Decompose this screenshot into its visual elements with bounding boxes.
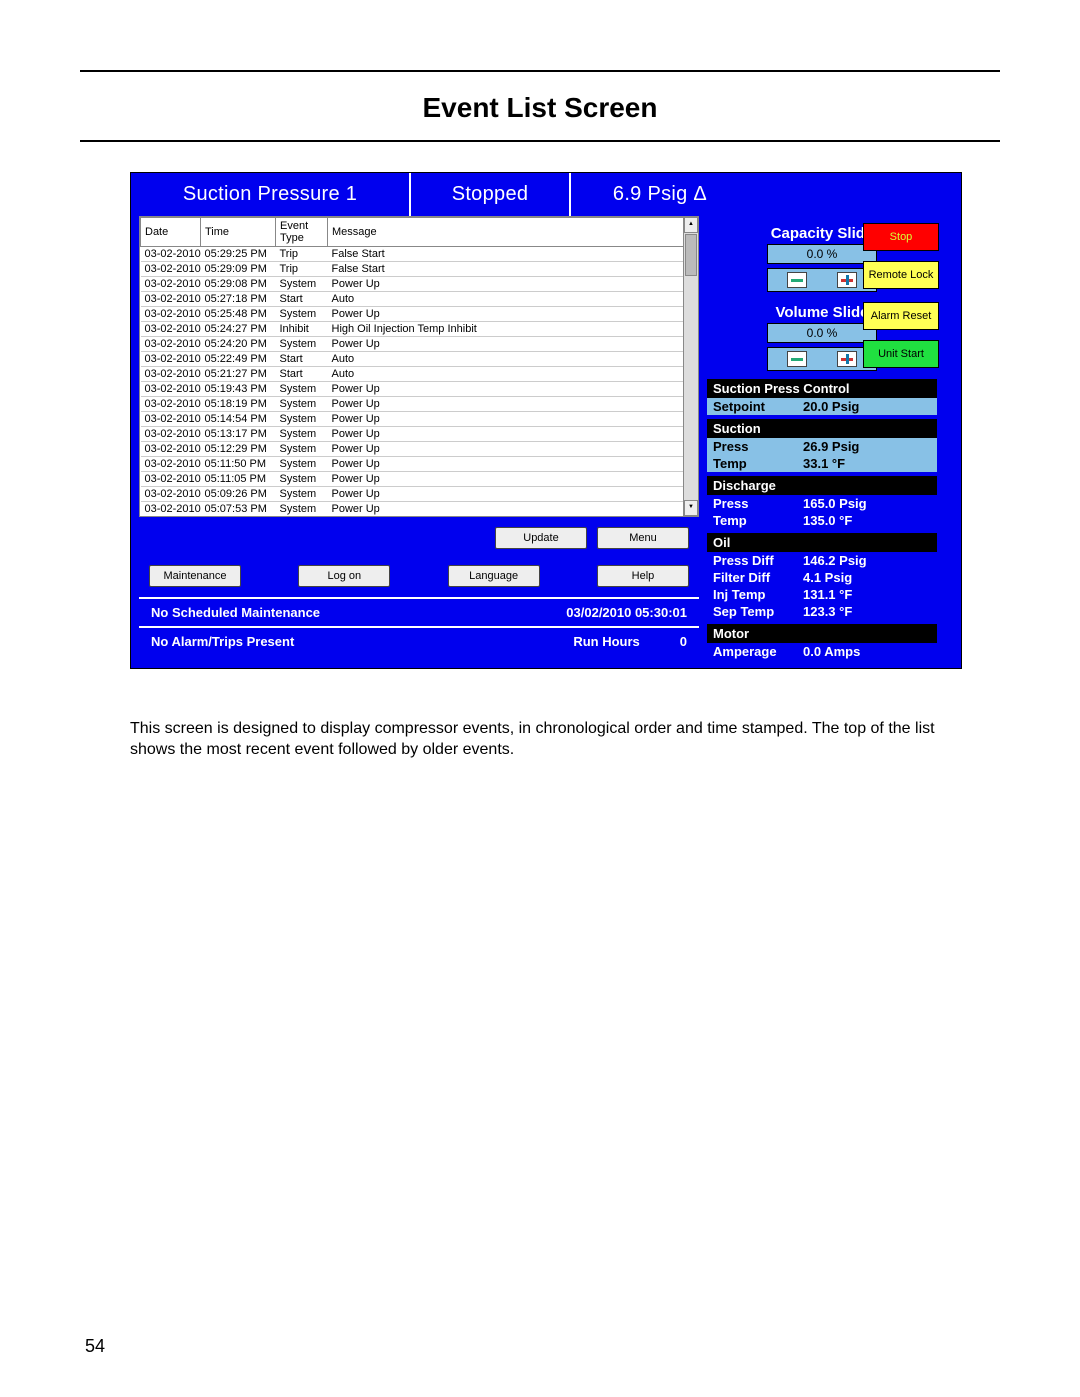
status-datetime: 03/02/2010 05:30:01 <box>566 605 687 620</box>
header-suction-pressure: Suction Pressure 1 <box>131 173 409 216</box>
discharge-temp-value: 135.0 °F <box>803 513 852 528</box>
table-row: 03-02-201005:07:53 PMSystemPower Up <box>141 502 698 517</box>
suction-temp-label: Temp <box>713 456 803 471</box>
discharge-press-value: 165.0 Psig <box>803 496 867 511</box>
event-list: Date Time Event Type Message 03-02-20100… <box>139 216 699 517</box>
hmi-screenshot: Suction Pressure 1 Stopped 6.9 Psig Δ Da… <box>130 172 962 669</box>
discharge-press-label: Press <box>713 496 803 511</box>
run-hours-label: Run Hours <box>573 634 639 649</box>
event-scrollbar[interactable]: ▲ ▼ <box>683 217 698 516</box>
table-row: 03-02-201005:13:17 PMSystemPower Up <box>141 427 698 442</box>
header-status: Stopped <box>409 173 571 216</box>
setpoint-value: 20.0 Psig <box>803 399 859 414</box>
help-button[interactable]: Help <box>597 565 689 587</box>
table-row: 03-02-201005:24:20 PMSystemPower Up <box>141 337 698 352</box>
remote-lock-button[interactable]: Remote Lock <box>863 261 939 289</box>
table-row: 03-02-201005:11:05 PMSystemPower Up <box>141 472 698 487</box>
run-hours-value: 0 <box>680 634 687 649</box>
table-row: 03-02-201005:09:26 PMSystemPower Up <box>141 487 698 502</box>
logon-button[interactable]: Log on <box>298 565 390 587</box>
oil-septemp-value: 123.3 °F <box>803 604 852 619</box>
table-row: 03-02-201005:25:48 PMSystemPower Up <box>141 307 698 322</box>
capacity-minus-icon[interactable] <box>787 272 807 288</box>
discharge-header: Discharge <box>707 476 937 495</box>
table-row: 03-02-201005:18:19 PMSystemPower Up <box>141 397 698 412</box>
alarm-reset-button[interactable]: Alarm Reset <box>863 302 939 330</box>
table-row: 03-02-201005:14:54 PMSystemPower Up <box>141 412 698 427</box>
scroll-down-icon[interactable]: ▼ <box>684 500 698 516</box>
table-row: 03-02-201005:21:27 PMStartAuto <box>141 367 698 382</box>
table-row: 03-02-201005:11:50 PMSystemPower Up <box>141 457 698 472</box>
suction-press-value: 26.9 Psig <box>803 439 859 454</box>
language-button[interactable]: Language <box>448 565 540 587</box>
oil-filterdiff-value: 4.1 Psig <box>803 570 852 585</box>
capacity-plus-icon[interactable] <box>837 272 857 288</box>
motor-amperage-label: Amperage <box>713 644 803 659</box>
table-row: 03-02-201005:12:29 PMSystemPower Up <box>141 442 698 457</box>
header-pressure: 6.9 Psig Δ <box>571 173 749 216</box>
col-type: Event Type <box>276 218 328 247</box>
motor-amperage-value: 0.0 Amps <box>803 644 860 659</box>
volume-slide-value: 0.0 % <box>767 323 877 343</box>
oil-pressdiff-label: Press Diff <box>713 553 803 568</box>
oil-septemp-label: Sep Temp <box>713 604 803 619</box>
suction-temp-value: 33.1 °F <box>803 456 845 471</box>
stop-button[interactable]: Stop <box>863 223 939 251</box>
table-row: 03-02-201005:27:18 PMStartAuto <box>141 292 698 307</box>
suction-press-label: Press <box>713 439 803 454</box>
col-date: Date <box>141 218 201 247</box>
oil-header: Oil <box>707 533 937 552</box>
scroll-up-icon[interactable]: ▲ <box>684 217 698 233</box>
scroll-thumb[interactable] <box>685 234 697 276</box>
maintenance-status-row: No Scheduled Maintenance 03/02/2010 05:3… <box>139 597 699 626</box>
oil-pressdiff-value: 146.2 Psig <box>803 553 867 568</box>
capacity-slide-value: 0.0 % <box>767 244 877 264</box>
maintenance-button[interactable]: Maintenance <box>149 565 241 587</box>
table-row: 03-02-201005:29:08 PMSystemPower Up <box>141 277 698 292</box>
oil-injtemp-label: Inj Temp <box>713 587 803 602</box>
discharge-temp-label: Temp <box>713 513 803 528</box>
oil-injtemp-value: 131.1 °F <box>803 587 852 602</box>
page-number: 54 <box>85 1336 105 1357</box>
volume-minus-icon[interactable] <box>787 351 807 367</box>
table-row: 03-02-201005:19:43 PMSystemPower Up <box>141 382 698 397</box>
oil-filterdiff-label: Filter Diff <box>713 570 803 585</box>
unit-start-button[interactable]: Unit Start <box>863 340 939 368</box>
table-row: 03-02-201005:29:25 PMTripFalse Start <box>141 247 698 262</box>
col-msg: Message <box>328 218 698 247</box>
maintenance-status: No Scheduled Maintenance <box>151 605 320 620</box>
motor-header: Motor <box>707 624 937 643</box>
table-row: 03-02-201005:22:49 PMStartAuto <box>141 352 698 367</box>
setpoint-label: Setpoint <box>713 399 803 414</box>
update-button[interactable]: Update <box>495 527 587 549</box>
col-time: Time <box>201 218 276 247</box>
alarm-status: No Alarm/Trips Present <box>151 634 294 649</box>
header-bar: Suction Pressure 1 Stopped 6.9 Psig Δ <box>131 173 961 216</box>
suction-press-control-header: Suction Press Control <box>707 379 937 398</box>
menu-button[interactable]: Menu <box>597 527 689 549</box>
suction-header: Suction <box>707 419 937 438</box>
alarm-status-row: No Alarm/Trips Present Run Hours 0 <box>139 626 699 655</box>
volume-plus-icon[interactable] <box>837 351 857 367</box>
table-row: 03-02-201005:29:09 PMTripFalse Start <box>141 262 698 277</box>
table-row: 03-02-201005:24:27 PMInhibitHigh Oil Inj… <box>141 322 698 337</box>
description-text: This screen is designed to display compr… <box>130 719 950 761</box>
page-title: Event List Screen <box>80 72 1000 140</box>
